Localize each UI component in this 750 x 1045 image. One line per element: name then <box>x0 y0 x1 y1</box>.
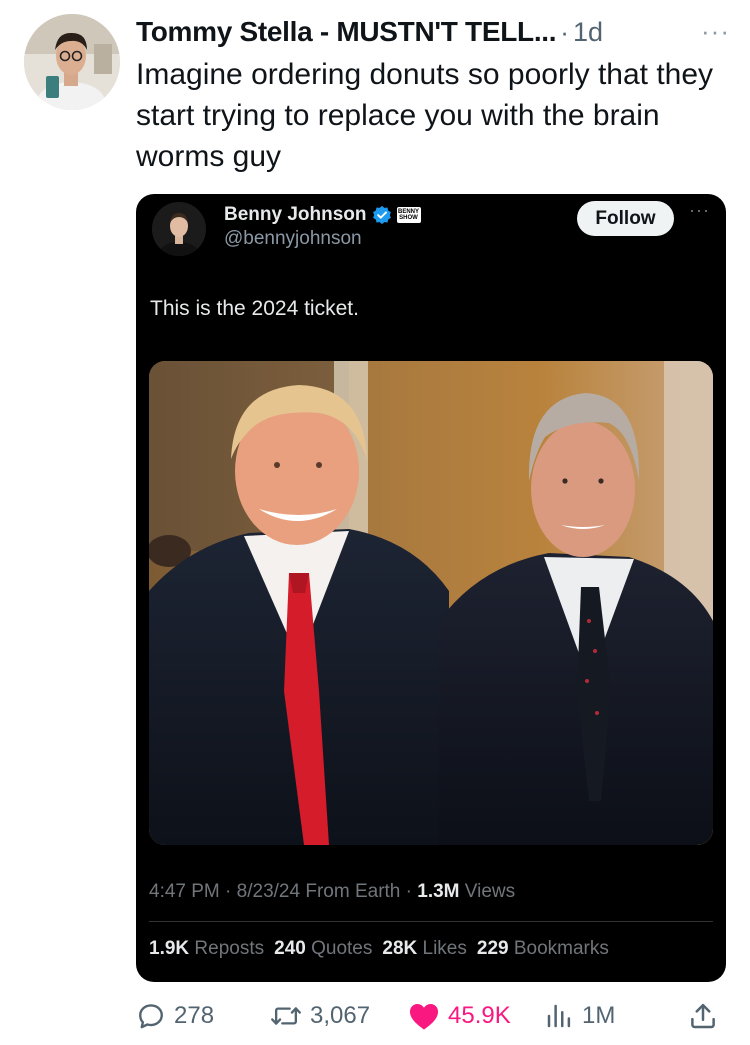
action-bar: 278 3,067 45.9K 1M <box>136 996 736 1036</box>
views-label: Views <box>464 881 516 902</box>
stat-reposts-count: 1.9K <box>149 938 190 959</box>
share-button[interactable] <box>688 996 726 1036</box>
stat-quotes[interactable]: 240 Quotes <box>274 938 372 960</box>
stats-divider <box>149 921 713 922</box>
author-name[interactable]: Tommy Stella - MUSTN'T TELL... <box>136 16 557 48</box>
repost-icon <box>271 1007 301 1025</box>
tweet-text: Imagine ordering donuts so poorly that t… <box>136 58 714 173</box>
post-time[interactable]: 4:47 PM <box>149 881 220 902</box>
views-count: 1.3M <box>417 881 460 902</box>
stat-likes-count: 28K <box>382 938 418 959</box>
engagement-stats: 1.9K Reposts 240 Quotes 28K Likes 229 Bo… <box>149 938 609 960</box>
affiliate-badge-label: BENNY SHOW <box>398 209 420 221</box>
reply-button[interactable]: 278 <box>136 996 214 1036</box>
reply-icon <box>139 1004 163 1029</box>
tweet-header: Tommy Stella - MUSTN'T TELL... · 1d ··· <box>136 12 736 52</box>
stat-bookmarks[interactable]: 229 Bookmarks <box>477 938 609 960</box>
views-button[interactable]: 1M <box>544 996 615 1036</box>
share-icon <box>691 1003 715 1029</box>
follow-button[interactable]: Follow <box>577 201 674 236</box>
tweet-age[interactable]: 1d <box>573 17 603 48</box>
like-count: 45.9K <box>448 1002 511 1029</box>
stat-quotes-count: 240 <box>274 938 306 959</box>
quoted-more-options-icon[interactable]: ··· <box>689 200 710 221</box>
analytics-icon <box>547 1004 571 1028</box>
post-source: From Earth <box>305 881 401 902</box>
quoted-post-text: This is the 2024 ticket. <box>150 297 359 320</box>
stat-reposts-label: Reposts <box>194 938 265 959</box>
post-date[interactable]: 8/23/24 <box>237 881 300 902</box>
affiliate-badge-icon[interactable]: BENNY SHOW <box>396 207 421 223</box>
reply-count: 278 <box>174 1002 215 1029</box>
meta-separator: · <box>225 881 232 902</box>
quoted-author-avatar[interactable] <box>152 202 206 256</box>
post-metadata: 4:47 PM · 8/23/24 From Earth · 1.3M View… <box>149 881 515 903</box>
repost-button[interactable]: 3,067 <box>270 996 370 1036</box>
quoted-author-name[interactable]: Benny Johnson <box>224 204 367 226</box>
stat-likes-label: Likes <box>422 938 467 959</box>
author-avatar[interactable] <box>24 14 120 110</box>
views-count-action: 1M <box>582 1002 616 1029</box>
header-separator: · <box>560 16 569 47</box>
stat-quotes-label: Quotes <box>311 938 373 959</box>
more-options-icon[interactable]: ··· <box>701 16 730 47</box>
verified-badge-icon <box>372 205 391 225</box>
post-photo[interactable] <box>149 361 713 845</box>
meta-separator: · <box>405 881 412 902</box>
quoted-post-card[interactable]: Benny Johnson BENNY SHOW @bennyjohnson F… <box>136 194 726 982</box>
stat-bookmarks-label: Bookmarks <box>513 938 609 959</box>
stat-likes[interactable]: 28K Likes <box>382 938 467 960</box>
quoted-author-handle[interactable]: @bennyjohnson <box>224 228 362 250</box>
like-button[interactable]: 45.9K <box>408 996 511 1036</box>
stat-reposts[interactable]: 1.9K Reposts <box>149 938 264 960</box>
heart-icon <box>410 1004 438 1030</box>
repost-count: 3,067 <box>310 1002 371 1029</box>
quoted-author-row: Benny Johnson BENNY SHOW <box>224 202 421 228</box>
stat-bookmarks-count: 229 <box>476 938 509 959</box>
